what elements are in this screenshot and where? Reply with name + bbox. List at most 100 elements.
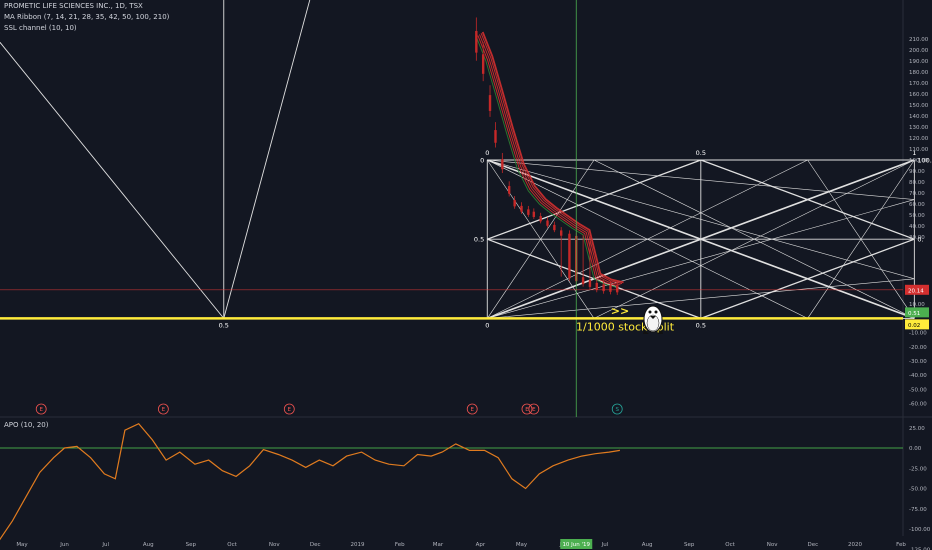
fib-level-label: 0 xyxy=(485,321,489,329)
y-tick-label: -40.00 xyxy=(909,373,927,379)
y-tick-label: 80.00 xyxy=(909,180,925,186)
x-tick-label: Dec xyxy=(310,542,321,548)
event-marker-label: E xyxy=(288,407,292,413)
y-tick-label: 70.00 xyxy=(909,191,925,197)
apo-y-tick-label: 25.00 xyxy=(909,426,925,432)
candle-body xyxy=(475,30,478,53)
candle-body xyxy=(488,95,492,111)
candle-body xyxy=(616,285,619,293)
candle-body xyxy=(609,285,612,292)
apo-y-tick-label: -25.00 xyxy=(909,466,927,472)
chart-background xyxy=(0,0,932,550)
y-tick-label: 50.00 xyxy=(909,213,925,219)
fib-level-label: 0 xyxy=(480,157,484,165)
x-tick-label: Nov xyxy=(269,542,280,548)
crosshair-price-tag-text: 0.51 xyxy=(908,311,920,317)
x-tick-label: Sep xyxy=(186,542,197,548)
x-tick-label: May xyxy=(516,542,528,548)
y-tick-label: 170.00 xyxy=(909,81,929,87)
ssl-legend[interactable]: SSL channel (10, 10) xyxy=(4,24,77,33)
candle-body xyxy=(546,220,549,226)
x-tick-label: Oct xyxy=(725,542,735,548)
y-tick-label: 200.00 xyxy=(909,48,929,54)
apo-y-tick-label: 0.00 xyxy=(909,446,922,452)
y-tick-label: -20.00 xyxy=(909,345,927,351)
x-tick-label: Nov xyxy=(767,542,778,548)
y-tick-label: -30.00 xyxy=(909,359,927,365)
y-tick-label: 150.00 xyxy=(909,103,929,109)
penguin-eye xyxy=(654,310,658,314)
x-tick-label: 2019 xyxy=(351,542,365,548)
penguin-eye xyxy=(648,310,652,314)
candle-body xyxy=(501,159,504,170)
candle-body xyxy=(553,224,556,231)
event-marker-label: E xyxy=(532,407,536,413)
candle-body xyxy=(520,205,523,212)
apo-y-tick-label: -100.00 xyxy=(909,527,931,533)
y-tick-label: 110.00 xyxy=(909,147,929,153)
y-tick-label: 30.00 xyxy=(909,235,925,241)
candle-body xyxy=(532,211,536,217)
fib-level-label: 0 xyxy=(485,149,489,157)
apo-y-tick-label: -50.00 xyxy=(909,487,927,493)
x-tick-label: Aug xyxy=(143,542,154,548)
fib-level-label: 0.5 xyxy=(219,321,229,329)
x-tick-label: Feb xyxy=(395,542,405,548)
fib-level-label: 0.5 xyxy=(474,236,484,244)
yellow-level-tag-text: 0.02 xyxy=(908,323,920,329)
x-tick-label: Dec xyxy=(808,542,819,548)
y-tick-label: 120.00 xyxy=(909,136,929,142)
x-tick-label: Mar xyxy=(433,542,444,548)
x-tick-label: Jul xyxy=(601,542,609,548)
event-marker-label: E xyxy=(470,407,474,413)
y-tick-label: 130.00 xyxy=(909,125,929,131)
candle-body xyxy=(481,54,485,74)
candle-body xyxy=(568,233,571,279)
candle-body xyxy=(513,200,516,207)
x-tick-label: May xyxy=(16,542,28,548)
y-tick-label: 90.00 xyxy=(909,169,925,175)
fib-level-label: 0.5 xyxy=(696,321,706,329)
apo-y-tick-label: -75.00 xyxy=(909,507,927,513)
candle-body xyxy=(602,284,605,292)
fib-level-label: 0.5 xyxy=(696,149,706,157)
y-tick-label: 140.00 xyxy=(909,114,929,120)
candle-body xyxy=(581,277,585,285)
chart-canvas[interactable]: 0.5 00.5100.500.51100.000. EEEEEES MayJu… xyxy=(0,0,932,550)
x-tick-label: Oct xyxy=(227,542,237,548)
y-tick-label: -10.00 xyxy=(909,331,927,337)
y-tick-label: 40.00 xyxy=(909,224,925,230)
x-tick-label: Jun xyxy=(59,542,69,548)
annotation-arrow: >> xyxy=(611,304,629,317)
symbol-legend[interactable]: PROMETIC LIFE SCIENCES INC., 1D, TSX xyxy=(4,2,143,11)
x-tick-label: Jul xyxy=(101,542,109,548)
apo-legend[interactable]: APO (10, 20) xyxy=(4,421,48,430)
last-price-tag-text: 20.14 xyxy=(908,288,924,294)
x-tick-label: Feb xyxy=(896,542,906,548)
candle-body xyxy=(559,230,563,236)
event-marker-label: E xyxy=(162,407,166,413)
candle-body xyxy=(507,186,511,194)
y-tick-label: 210.00 xyxy=(909,37,929,43)
y-tick-label: 180.00 xyxy=(909,70,929,76)
ma-ribbon-legend[interactable]: MA Ribbon (7, 14, 21, 28, 35, 42, 50, 10… xyxy=(4,13,169,22)
y-tick-label: -60.00 xyxy=(909,402,927,408)
event-marker-label: E xyxy=(39,407,43,413)
x-tick-label: Sep xyxy=(684,542,695,548)
x-tick-label: 2020 xyxy=(848,542,862,548)
y-tick-label: 60.00 xyxy=(909,202,925,208)
y-tick-label: 10.00 xyxy=(909,302,925,308)
candle-body xyxy=(588,280,592,287)
y-tick-label: 190.00 xyxy=(909,59,929,65)
x-tick-label: Apr xyxy=(476,542,486,548)
y-tick-label: 160.00 xyxy=(909,92,929,98)
candle-body xyxy=(527,209,530,215)
candle-body xyxy=(539,216,542,222)
y-tick-label: 100.00 xyxy=(909,158,929,164)
x-tick-label: Aug xyxy=(642,542,653,548)
candle-body xyxy=(595,282,598,290)
y-tick-label: -50.00 xyxy=(909,387,927,393)
event-marker-label: S xyxy=(615,407,619,413)
crosshair-date-text: 10 Jun '19 xyxy=(562,542,590,548)
candle-body xyxy=(494,130,497,143)
